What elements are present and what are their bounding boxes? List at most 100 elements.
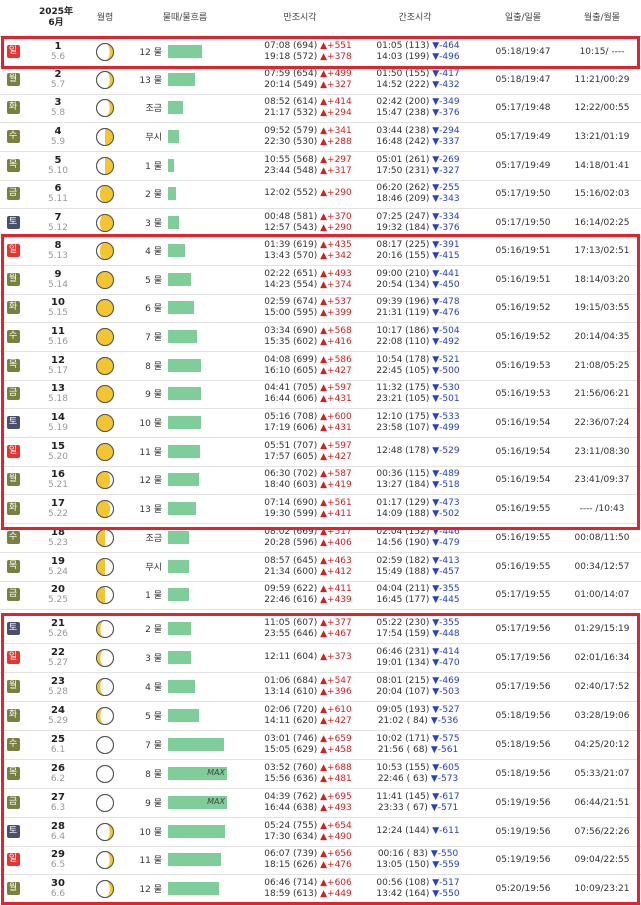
weekday-cell: 토	[4, 408, 22, 437]
high-tide-1-diff: ▲+568	[320, 325, 352, 336]
flow-bar	[168, 651, 191, 664]
low-tide-1: 02:04 (152)	[376, 526, 430, 537]
lunar-date: 5.6	[50, 51, 66, 62]
table-row: 토 21 5.26 2 물 11:05 (607) ▲+377 23:55 (646) ▲…	[0, 614, 641, 644]
low-tide-1: 06:20 (262)	[376, 182, 430, 193]
low-tide-2: 21:31 (119)	[376, 307, 430, 318]
high-tide-1: 05:51 (707)	[264, 440, 318, 451]
date-cell: 8 5.13	[38, 236, 78, 265]
high-tide-2: 23:44 (548)	[264, 165, 318, 176]
low-tide-2: 16:45 (177)	[376, 594, 430, 605]
low-tide-2-diff: ▼-470	[432, 657, 460, 668]
flow-bar-cell	[168, 465, 238, 494]
high-tide-2: 18:59 (613)	[264, 888, 318, 899]
high-tide-cell: 06:46 (714) ▲+606 18:59 (613) ▲+449	[248, 874, 368, 903]
low-tide-1: 09:05 (193)	[376, 704, 430, 715]
solar-date: 13	[51, 382, 65, 394]
solar-date: 25	[51, 733, 65, 745]
solar-date: 6	[54, 182, 62, 194]
flow-bar-cell	[168, 437, 238, 466]
high-tide-1: 04:08 (699)	[264, 354, 318, 365]
low-tide-1: 10:54 (178)	[376, 354, 430, 365]
flow-bar	[168, 502, 196, 515]
weekday-cell: 일	[4, 643, 22, 672]
low-tide-cell: 12:10 (175) ▼-533 23:58 (107) ▼-499	[364, 408, 472, 437]
high-tide-2: 20:14 (549)	[264, 79, 318, 90]
table-row: 토 7 5.12 3 물 00:48 (581) ▲+370 12:57 (543) ▲+…	[0, 208, 641, 238]
date-cell: 16 5.21	[38, 465, 78, 494]
sunrise-sunset: 05:17/19:49	[495, 131, 551, 142]
high-tide-1-diff: ▲+435	[320, 239, 352, 250]
low-tide-2: 21:56 ( 68)	[377, 744, 428, 755]
moonrise-moonset: 07:56/22:26	[574, 826, 630, 837]
solar-date: 22	[51, 646, 65, 658]
high-tide-cell: 02:59 (674) ▲+537 15:00 (595) ▲+399	[248, 293, 368, 322]
flow-bar	[168, 853, 221, 866]
solar-date: 11	[51, 325, 65, 337]
high-tide-1: 05:24 (755)	[264, 820, 318, 831]
high-tide-1: 11:05 (607)	[264, 617, 318, 628]
sunrise-sunset: 05:19/19:56	[495, 854, 551, 865]
low-tide-2: 13:27 (184)	[376, 479, 430, 490]
lunar-date: 6.4	[50, 831, 66, 842]
weekday-cell: 월	[4, 874, 22, 903]
high-tide-2-diff: ▲+327	[320, 79, 352, 90]
high-tide-1: 08:52 (614)	[264, 96, 318, 107]
flow-bar-cell	[168, 236, 238, 265]
high-tide-2: 21:17 (532)	[264, 107, 318, 118]
date-cell: 5 5.10	[38, 151, 78, 180]
low-tide-2: 17:54 (159)	[376, 628, 430, 639]
high-tide-1: 05:16 (708)	[264, 411, 318, 422]
low-tide-cell: 11:32 (175) ▼-530 23:21 (105) ▼-501	[364, 379, 472, 408]
moonrise-moonset: 05:33/21:07	[574, 768, 630, 779]
date-cell: 13 5.18	[38, 379, 78, 408]
moonrise-moonset: 04:25/20:12	[574, 739, 630, 750]
low-tide-1-diff: ▼-255	[432, 182, 460, 193]
weekday-badge: 일	[6, 445, 20, 458]
flow-bar-cell	[168, 817, 238, 846]
low-tide-1-diff: ▼-533	[432, 411, 460, 422]
high-tide-2-diff: ▲+317	[320, 165, 352, 176]
date-cell: 29 6.5	[38, 845, 78, 874]
low-tide-1: 00:56 (108)	[376, 877, 430, 888]
header-low: 간조시각	[398, 12, 432, 23]
table-row: 금 20 5.25 1 물 09:59 (622) ▲+411 22:46 (616) ▲…	[0, 580, 641, 610]
low-tide-2-diff: ▼-500	[432, 365, 460, 376]
low-tide-cell: 02:42 (200) ▼-349 15:47 (238) ▼-376	[364, 93, 472, 122]
moonrise-moonset: 23:41/09:37	[574, 474, 630, 485]
tide-name: 13 물	[139, 76, 162, 86]
moon-phase-icon	[94, 236, 116, 265]
high-tide-1: 10:55 (568)	[264, 154, 318, 165]
moon-phase-icon	[94, 65, 116, 94]
weekday-badge: 일	[6, 244, 20, 257]
high-tide-1: 03:01 (746)	[264, 733, 318, 744]
table-row: 토 14 5.19 10 물 05:16 (708) ▲+600 17:19 (606) …	[0, 408, 641, 438]
high-tide-cell: 04:41 (705) ▲+597 16:44 (606) ▲+431	[248, 379, 368, 408]
moon-phase-icon	[94, 93, 116, 122]
lunar-date: 6.5	[50, 859, 66, 870]
high-tide-1: 12:02 (552)	[264, 188, 318, 198]
low-tide-cell: 10:02 (171) ▼-575 21:56 ( 68) ▼-561	[364, 730, 472, 759]
table-row: 수 25 6.1 7 물 03:01 (746) ▲+659 15:05 (629) ▲+…	[0, 730, 641, 760]
tide-name: 5 물	[145, 712, 162, 722]
low-tide-1: 00:16 ( 83)	[377, 848, 428, 859]
weekday-badge: 월	[6, 273, 20, 286]
flow-bar	[168, 445, 200, 458]
low-tide-cell: 02:04 (152) ▼-446 14:56 (190) ▼-479	[364, 523, 472, 552]
lunar-date: 5.19	[47, 422, 69, 433]
weekday-cell: 일	[4, 37, 22, 66]
date-cell: 9 5.14	[38, 265, 78, 294]
sunrise-sunset: 05:17/19:55	[495, 589, 551, 600]
high-tide-2-diff: ▲+288	[320, 136, 352, 147]
high-tide-1-diff: ▲+600	[320, 411, 352, 422]
solar-date: 20	[51, 583, 65, 595]
lunar-date: 5.26	[47, 628, 69, 639]
low-tide-2: 22:45 (105)	[376, 365, 430, 376]
date-cell: 2 5.7	[38, 65, 78, 94]
low-tide-1-diff: ▼-504	[432, 325, 460, 336]
high-tide-2: 15:35 (602)	[264, 336, 318, 347]
tide-name: 조금	[145, 104, 162, 114]
low-tide-2-diff: ▼-432	[432, 79, 460, 90]
weekday-badge: 금	[6, 187, 20, 200]
lunar-date: 5.13	[47, 250, 69, 261]
